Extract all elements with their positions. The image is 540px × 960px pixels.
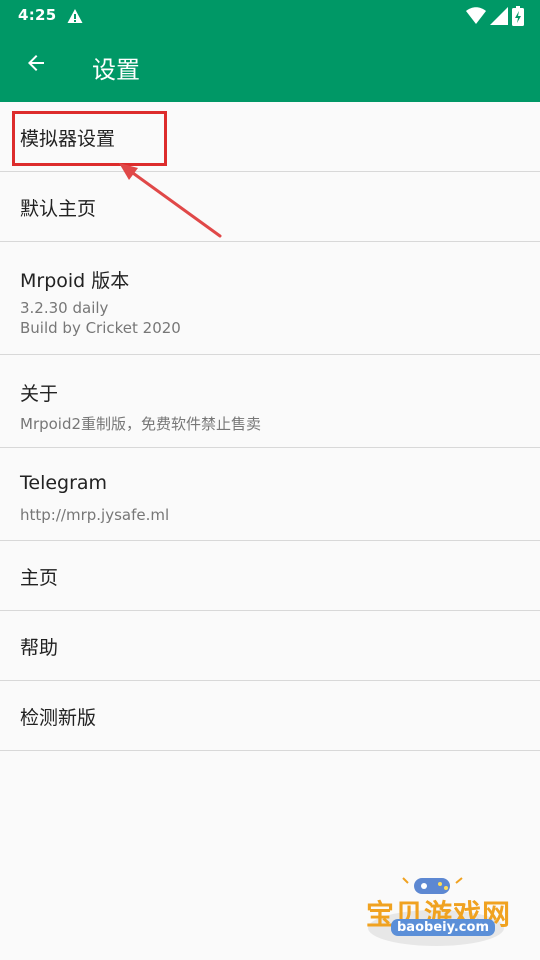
setting-title: Mrpoid 版本: [20, 270, 130, 292]
arrow-left-icon: [24, 51, 48, 79]
page-title: 设置: [92, 56, 140, 84]
watermark-name: 宝贝游戏网: [366, 898, 512, 931]
top-bar: 4:25 设置: [0, 0, 540, 102]
status-bar: 4:25: [0, 0, 540, 32]
setting-version[interactable]: Mrpoid 版本 3.2.30 daily Build by Cricket …: [0, 242, 540, 355]
setting-summary: http://mrp.jysafe.ml: [20, 506, 170, 524]
watermark-logo: 宝贝游戏网 baobeiy.com: [360, 870, 510, 950]
setting-title: 默认主页: [20, 198, 97, 220]
setting-summary: 3.2.30 daily: [20, 299, 109, 317]
setting-title: 检测新版: [20, 707, 97, 729]
watermark-url: baobeiy.com: [391, 919, 495, 936]
setting-title: Telegram: [20, 472, 108, 494]
warning-icon: [67, 8, 83, 24]
wifi-icon: [466, 7, 486, 25]
setting-check-update[interactable]: 检测新版: [0, 681, 540, 751]
setting-help[interactable]: 帮助: [0, 611, 540, 681]
battery-charging-icon: [512, 6, 524, 26]
setting-summary: Mrpoid2重制版，免费软件禁止售卖: [20, 415, 262, 433]
setting-telegram[interactable]: Telegram http://mrp.jysafe.ml: [0, 448, 540, 541]
setting-default-home[interactable]: 默认主页: [0, 172, 540, 242]
setting-emulator[interactable]: 模拟器设置: [0, 102, 540, 172]
back-button[interactable]: [18, 47, 54, 83]
settings-list: 模拟器设置 默认主页 Mrpoid 版本 3.2.30 daily Build …: [0, 102, 540, 751]
setting-title: 帮助: [20, 637, 59, 659]
setting-title: 关于: [20, 383, 59, 405]
gamepad-icon: [368, 877, 504, 946]
setting-summary: Build by Cricket 2020: [20, 319, 181, 337]
setting-title: 模拟器设置: [20, 128, 116, 150]
app-bar: 设置: [0, 32, 540, 102]
status-icons: [466, 6, 524, 26]
status-time: 4:25: [18, 6, 57, 24]
setting-about[interactable]: 关于 Mrpoid2重制版，免费软件禁止售卖: [0, 355, 540, 448]
setting-homepage[interactable]: 主页: [0, 541, 540, 611]
signal-icon: [490, 7, 508, 25]
setting-title: 主页: [20, 567, 59, 589]
